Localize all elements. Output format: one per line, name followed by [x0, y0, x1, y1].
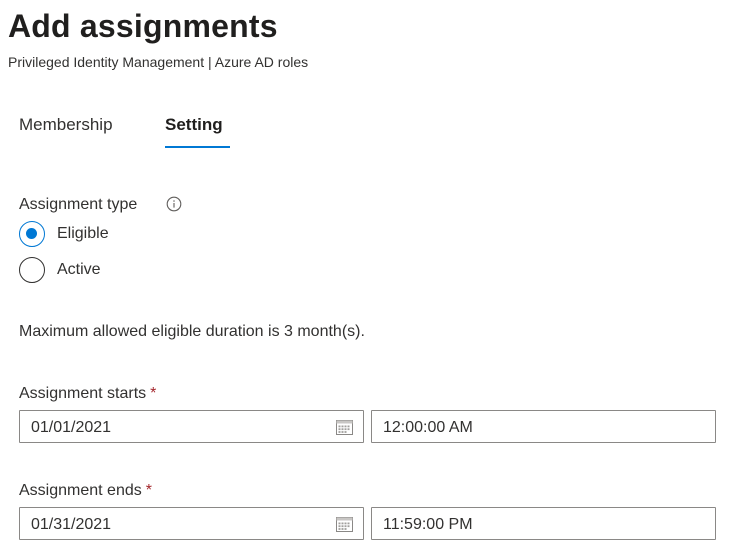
- calendar-icon[interactable]: [336, 516, 353, 532]
- calendar-icon[interactable]: [336, 419, 353, 435]
- radio-active-circle[interactable]: [19, 257, 45, 283]
- radio-active-label: Active: [57, 261, 101, 278]
- start-time-field[interactable]: 12:00:00 AM: [371, 410, 716, 443]
- end-date-value: 01/31/2021: [31, 516, 112, 533]
- radio-active[interactable]: Active: [19, 257, 219, 283]
- end-time-field[interactable]: 11:59:00 PM: [371, 507, 716, 540]
- info-icon[interactable]: [166, 196, 182, 212]
- end-date-field[interactable]: 01/31/2021: [19, 507, 364, 540]
- duration-note: Maximum allowed eligible duration is 3 m…: [19, 323, 365, 340]
- radio-selected-dot: [26, 228, 37, 239]
- required-marker: *: [145, 482, 152, 499]
- radio-eligible-label: Eligible: [57, 225, 109, 242]
- required-marker: *: [150, 385, 157, 402]
- tab-setting[interactable]: Setting: [165, 113, 223, 137]
- tab-bar: Membership Setting: [19, 113, 419, 151]
- radio-eligible-circle[interactable]: [19, 221, 45, 247]
- page-title: Add assignments: [8, 8, 278, 44]
- assignment-ends-label: Assignment ends *: [19, 481, 152, 501]
- assignment-starts-label: Assignment starts *: [19, 384, 156, 404]
- tab-selected-indicator: [165, 146, 230, 148]
- end-time-value: 11:59:00 PM: [383, 516, 473, 533]
- add-assignments-page: Add assignments Privileged Identity Mana…: [0, 0, 729, 555]
- tab-membership[interactable]: Membership: [19, 113, 113, 137]
- assignment-starts-label-text: Assignment starts: [19, 385, 147, 402]
- assignment-ends-label-text: Assignment ends: [19, 482, 142, 499]
- start-date-value: 01/01/2021: [31, 419, 112, 436]
- assignment-type-label: Assignment type: [19, 196, 138, 213]
- page-subtitle: Privileged Identity Management | Azure A…: [8, 54, 309, 70]
- radio-eligible[interactable]: Eligible: [19, 221, 219, 247]
- start-date-field[interactable]: 01/01/2021: [19, 410, 364, 443]
- start-time-value: 12:00:00 AM: [383, 419, 473, 436]
